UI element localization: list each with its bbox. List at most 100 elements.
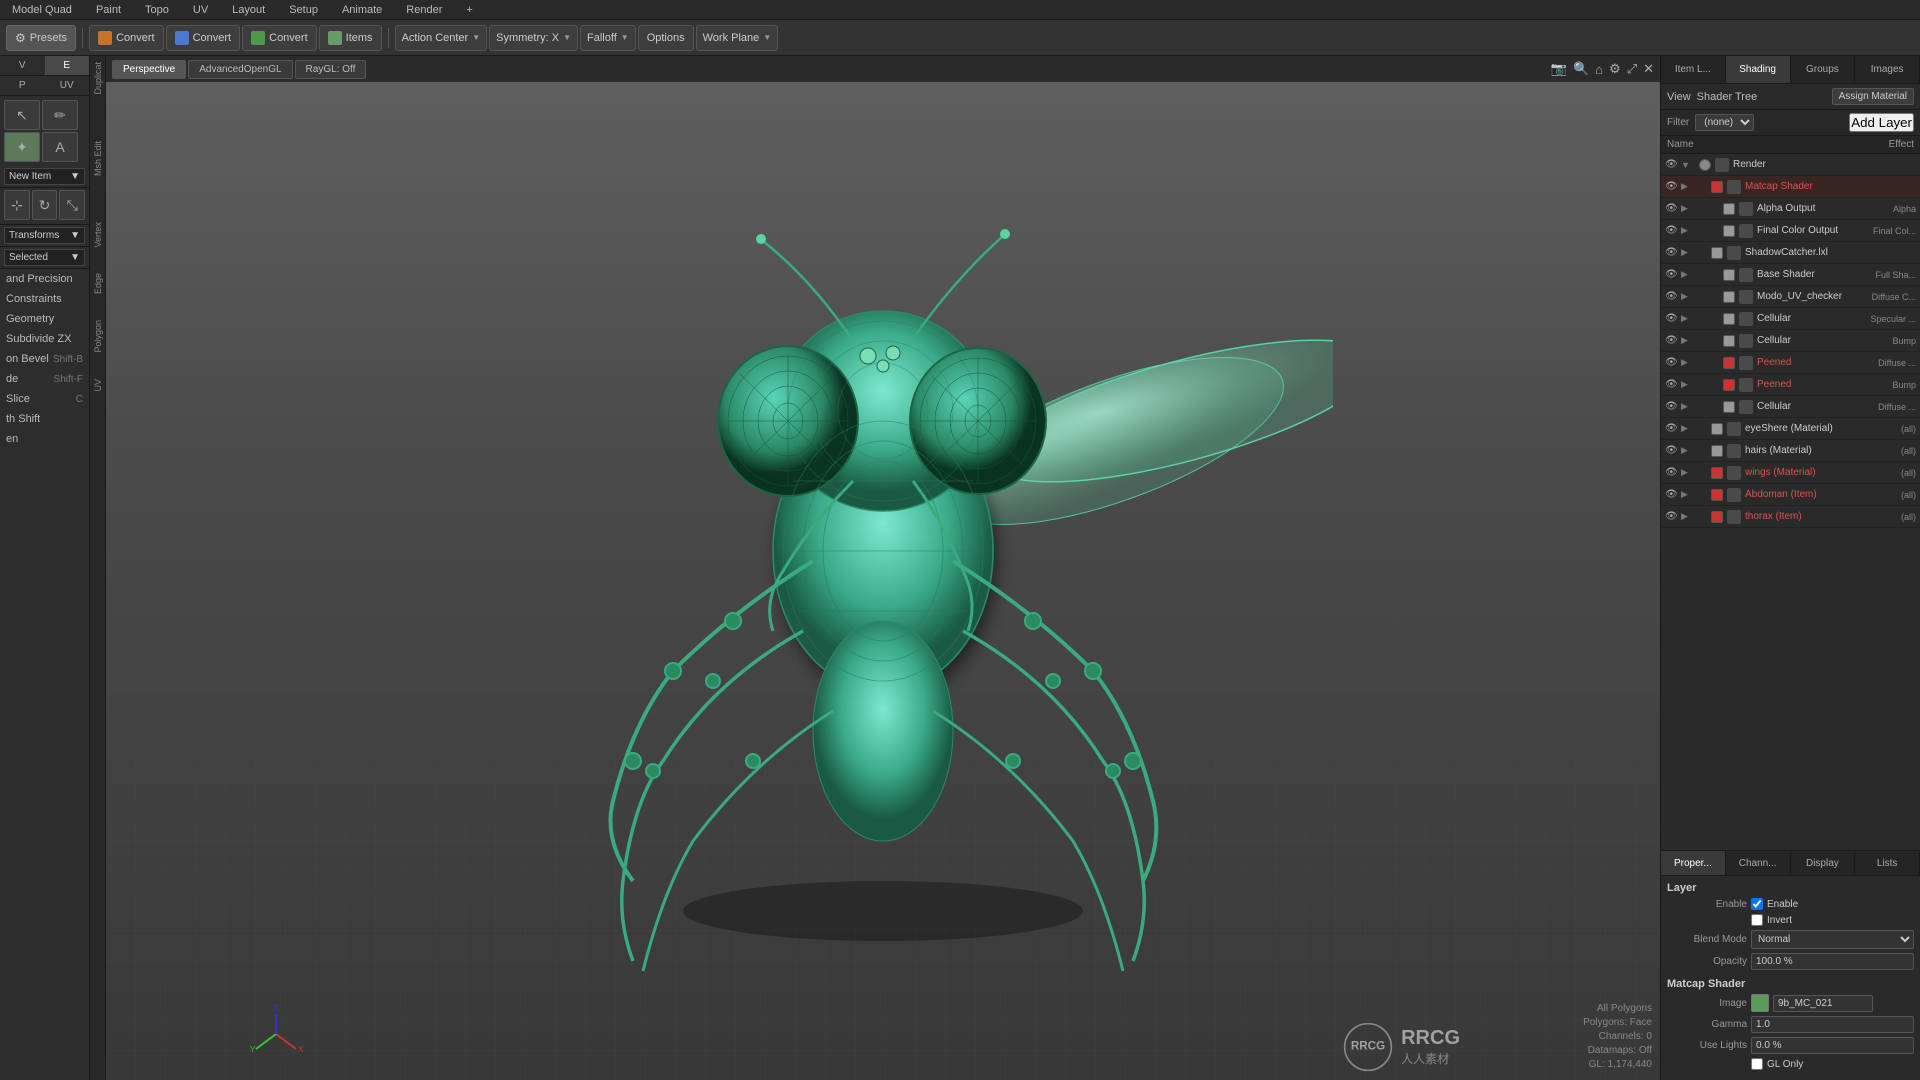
- shader-item-11[interactable]: 👁 ▶ Cellular Diffuse ...: [1661, 396, 1920, 418]
- image-swatch[interactable]: [1751, 994, 1769, 1012]
- shader-item-9[interactable]: 👁 ▶ Peened Diffuse ...: [1661, 352, 1920, 374]
- tool-text[interactable]: A: [42, 132, 78, 162]
- shader-item-6[interactable]: 👁 ▶ Modo_UV_checker Diffuse C...: [1661, 286, 1920, 308]
- action-center-dropdown[interactable]: Action Center ▼: [395, 25, 488, 51]
- shader-item-1[interactable]: 👁 ▶ Matcap Shader: [1661, 176, 1920, 198]
- right-btab-display[interactable]: Display: [1791, 851, 1856, 875]
- shader-eye-16[interactable]: 👁: [1665, 511, 1677, 523]
- viewport-tab-opengl[interactable]: AdvancedOpenGL: [188, 60, 292, 79]
- slice-item[interactable]: Slice C: [0, 389, 89, 409]
- enable-checkbox[interactable]: [1751, 898, 1763, 910]
- de-item[interactable]: de Shift-F: [0, 369, 89, 389]
- shader-eye-4[interactable]: 👁: [1665, 247, 1677, 259]
- left-tab-vert[interactable]: V: [0, 56, 45, 75]
- shader-eye-13[interactable]: 👁: [1665, 445, 1677, 457]
- shader-item-3[interactable]: 👁 ▶ Final Color Output Final Col...: [1661, 220, 1920, 242]
- shader-eye-15[interactable]: 👁: [1665, 489, 1677, 501]
- tool-select[interactable]: ↖: [4, 100, 40, 130]
- thshift-item[interactable]: th Shift: [0, 409, 89, 429]
- gl-only-checkbox[interactable]: [1751, 1058, 1763, 1070]
- add-layer-btn[interactable]: Add Layer: [1849, 113, 1914, 132]
- viewport-tab-raygl[interactable]: RayGL: Off: [295, 60, 367, 79]
- menu-plus[interactable]: +: [462, 2, 476, 18]
- right-tab-iteml[interactable]: Item L...: [1661, 56, 1726, 83]
- image-value[interactable]: 9b_MC_021: [1773, 995, 1873, 1012]
- opacity-value[interactable]: 100.0 %: [1751, 953, 1914, 970]
- menu-model-quad[interactable]: Model Quad: [8, 2, 76, 18]
- subdivide-item[interactable]: Subdivide ZX: [0, 329, 89, 349]
- menu-render[interactable]: Render: [402, 2, 446, 18]
- blend-mode-select[interactable]: Normal: [1751, 930, 1914, 949]
- work-plane-dropdown[interactable]: Work Plane ▼: [696, 25, 779, 51]
- shader-item-16[interactable]: 👁 ▶ thorax (Item) (all): [1661, 506, 1920, 528]
- tool-rotate[interactable]: ↻: [32, 190, 58, 220]
- en-item[interactable]: en: [0, 429, 89, 449]
- convert-button-2[interactable]: Convert: [166, 25, 241, 51]
- shader-item-0[interactable]: 👁 ▼ Render: [1661, 154, 1920, 176]
- shader-item-5[interactable]: 👁 ▶ Base Shader Full Sha...: [1661, 264, 1920, 286]
- shader-eye-8[interactable]: 👁: [1665, 335, 1677, 347]
- menu-uv[interactable]: UV: [189, 2, 212, 18]
- geometry-item[interactable]: Geometry: [0, 309, 89, 329]
- menu-paint[interactable]: Paint: [92, 2, 125, 18]
- shader-item-13[interactable]: 👁 ▶ hairs (Material) (all): [1661, 440, 1920, 462]
- shader-eye-11[interactable]: 👁: [1665, 401, 1677, 413]
- right-tab-images[interactable]: Images: [1855, 56, 1920, 83]
- tool-paint[interactable]: ✏: [42, 100, 78, 130]
- invert-checkbox[interactable]: [1751, 914, 1763, 926]
- assign-material-btn[interactable]: Assign Material: [1832, 88, 1914, 105]
- right-btab-lists[interactable]: Lists: [1855, 851, 1920, 875]
- left-tab-edge[interactable]: E: [45, 56, 90, 75]
- shader-eye-10[interactable]: 👁: [1665, 379, 1677, 391]
- shader-eye-14[interactable]: 👁: [1665, 467, 1677, 479]
- shader-item-10[interactable]: 👁 ▶ Peened Bump: [1661, 374, 1920, 396]
- falloff-dropdown[interactable]: Falloff ▼: [580, 25, 636, 51]
- viewport-icon-close[interactable]: ✕: [1643, 61, 1654, 77]
- menu-setup[interactable]: Setup: [285, 2, 322, 18]
- viewport-icon-search[interactable]: 🔍: [1573, 61, 1589, 77]
- use-lights-value[interactable]: 0.0 %: [1751, 1037, 1914, 1054]
- precision-item[interactable]: and Precision: [0, 269, 89, 289]
- shader-item-12[interactable]: 👁 ▶ eyeShere (Material) (all): [1661, 418, 1920, 440]
- shader-eye-7[interactable]: 👁: [1665, 313, 1677, 325]
- menu-layout[interactable]: Layout: [228, 2, 269, 18]
- shader-item-4[interactable]: 👁 ▶ ShadowCatcher.lxl: [1661, 242, 1920, 264]
- shader-item-15[interactable]: 👁 ▶ Abdoman (Item) (all): [1661, 484, 1920, 506]
- convert-button-3[interactable]: Convert: [242, 25, 317, 51]
- gamma-value[interactable]: 1.0: [1751, 1016, 1914, 1033]
- right-tab-shading[interactable]: Shading: [1726, 56, 1791, 83]
- left-tab-poly[interactable]: P: [0, 76, 45, 95]
- viewport-icon-settings[interactable]: ⚙: [1609, 61, 1621, 77]
- convert-button-1[interactable]: Convert: [89, 25, 164, 51]
- shader-eye-5[interactable]: 👁: [1665, 269, 1677, 281]
- menu-topo[interactable]: Topo: [141, 2, 173, 18]
- menu-animate[interactable]: Animate: [338, 2, 386, 18]
- shader-item-8[interactable]: 👁 ▶ Cellular Bump: [1661, 330, 1920, 352]
- shader-eye-0[interactable]: 👁: [1665, 159, 1677, 171]
- viewport-icon-expand[interactable]: ⤢: [1627, 61, 1637, 77]
- options-button[interactable]: Options: [638, 25, 694, 51]
- constraints-item[interactable]: Constraints: [0, 289, 89, 309]
- filter-select[interactable]: (none): [1695, 114, 1754, 131]
- shader-item-7[interactable]: 👁 ▶ Cellular Specular ...: [1661, 308, 1920, 330]
- right-tab-groups[interactable]: Groups: [1791, 56, 1856, 83]
- left-tab-uv[interactable]: UV: [45, 76, 90, 95]
- viewport[interactable]: Perspective AdvancedOpenGL RayGL: Off 📷 …: [106, 56, 1660, 1080]
- tool-move2[interactable]: ⊹: [4, 190, 30, 220]
- shader-item-14[interactable]: 👁 ▶ wings (Material) (all): [1661, 462, 1920, 484]
- viewport-tab-perspective[interactable]: Perspective: [112, 60, 186, 79]
- tool-scale[interactable]: ⤡: [59, 190, 85, 220]
- symmetry-dropdown[interactable]: Symmetry: X ▼: [489, 25, 578, 51]
- right-btab-props[interactable]: Proper...: [1661, 851, 1726, 875]
- bevel-item[interactable]: on Bevel Shift-B: [0, 349, 89, 369]
- shader-item-2[interactable]: 👁 ▶ Alpha Output Alpha: [1661, 198, 1920, 220]
- viewport-icon-home[interactable]: ⌂: [1595, 62, 1603, 77]
- shader-eye-3[interactable]: 👁: [1665, 225, 1677, 237]
- shader-eye-12[interactable]: 👁: [1665, 423, 1677, 435]
- shader-eye-2[interactable]: 👁: [1665, 203, 1677, 215]
- viewport-icon-camera[interactable]: 📷: [1551, 61, 1567, 77]
- tool-move[interactable]: ✦: [4, 132, 40, 162]
- shader-eye-6[interactable]: 👁: [1665, 291, 1677, 303]
- presets-button[interactable]: ⚙ Presets: [6, 25, 76, 51]
- shader-eye-9[interactable]: 👁: [1665, 357, 1677, 369]
